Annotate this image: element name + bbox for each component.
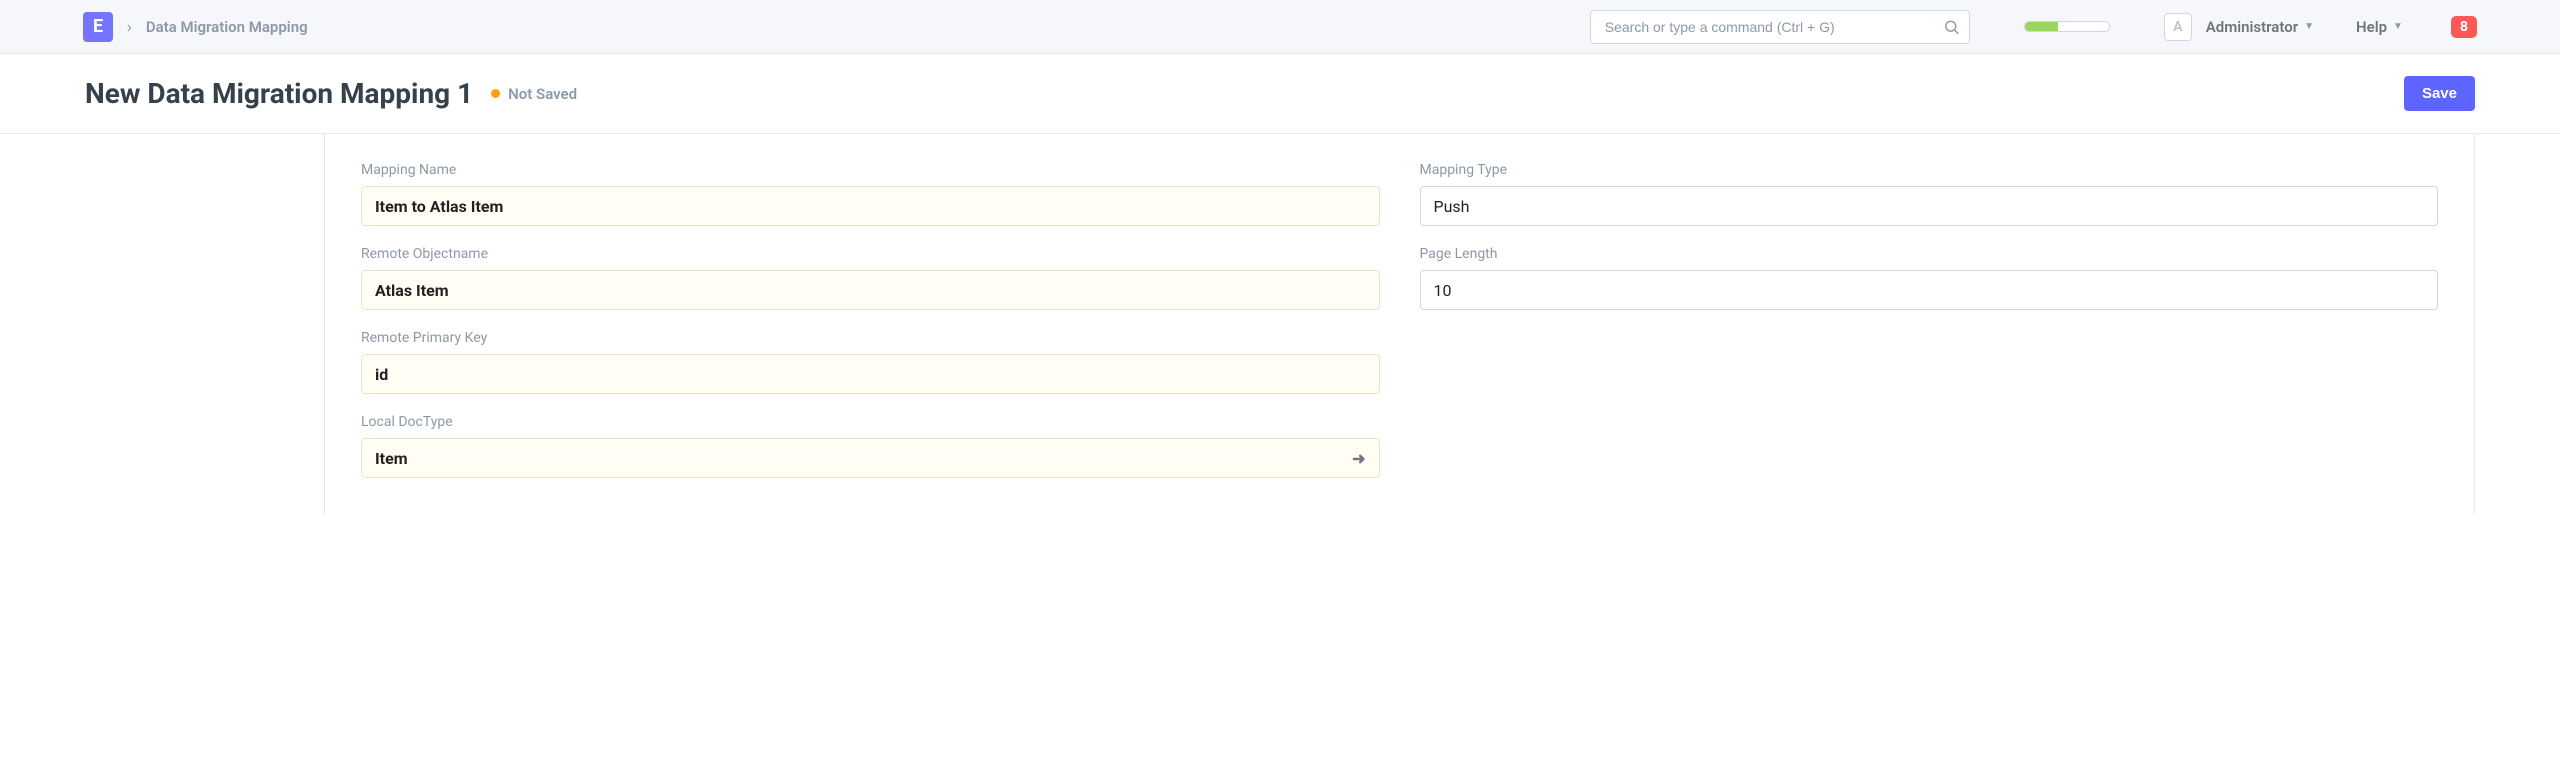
form-body: Mapping Name Mapping Type Push Remote Ob… bbox=[325, 134, 2475, 514]
input-mapping-name[interactable] bbox=[361, 186, 1380, 226]
select-mapping-type[interactable]: Push bbox=[1420, 186, 2439, 226]
search-icon bbox=[1943, 18, 1960, 35]
status-dot-icon bbox=[491, 89, 500, 98]
page-header: New Data Migration Mapping 1 Not Saved S… bbox=[0, 54, 2560, 134]
input-page-length[interactable] bbox=[1420, 270, 2439, 310]
input-remote-primary-key[interactable] bbox=[361, 354, 1380, 394]
form-sidebar bbox=[85, 134, 325, 514]
chevron-down-icon: ▼ bbox=[2304, 21, 2314, 32]
setup-progress-fill bbox=[2025, 22, 2059, 31]
help-menu[interactable]: Help ▼ bbox=[2356, 18, 2403, 36]
user-menu-label: Administrator bbox=[2206, 18, 2298, 36]
help-menu-label: Help bbox=[2356, 18, 2387, 36]
label-mapping-type: Mapping Type bbox=[1420, 162, 2439, 178]
field-page-length: Page Length bbox=[1420, 246, 2439, 310]
remote-objectname-input[interactable] bbox=[375, 281, 1366, 300]
label-local-doctype: Local DocType bbox=[361, 414, 1380, 430]
avatar[interactable]: A bbox=[2164, 13, 2192, 41]
field-remote-primary-key: Remote Primary Key bbox=[361, 330, 1380, 394]
setup-progress[interactable] bbox=[2024, 21, 2110, 32]
breadcrumb[interactable]: Data Migration Mapping bbox=[146, 18, 308, 36]
notification-badge[interactable]: 8 bbox=[2451, 16, 2477, 38]
global-search[interactable] bbox=[1590, 10, 1970, 44]
chevron-right-icon: › bbox=[127, 17, 132, 36]
label-remote-primary-key: Remote Primary Key bbox=[361, 330, 1380, 346]
top-navbar: E › Data Migration Mapping A Administrat… bbox=[0, 0, 2560, 54]
label-mapping-name: Mapping Name bbox=[361, 162, 1380, 178]
mapping-type-value: Push bbox=[1434, 197, 1470, 216]
status-text: Not Saved bbox=[508, 85, 577, 103]
mapping-name-input[interactable] bbox=[375, 197, 1366, 216]
label-page-length: Page Length bbox=[1420, 246, 2439, 262]
field-remote-objectname: Remote Objectname bbox=[361, 246, 1380, 310]
search-input[interactable] bbox=[1590, 10, 1970, 44]
user-menu[interactable]: Administrator ▼ bbox=[2206, 18, 2314, 36]
local-doctype-input[interactable] bbox=[375, 449, 1352, 468]
save-button[interactable]: Save bbox=[2404, 76, 2475, 111]
remote-primary-key-input[interactable] bbox=[375, 365, 1366, 384]
arrow-right-icon[interactable]: ➜ bbox=[1352, 449, 1365, 468]
chevron-down-icon: ▼ bbox=[2393, 21, 2403, 32]
input-remote-objectname[interactable] bbox=[361, 270, 1380, 310]
page-title: New Data Migration Mapping 1 bbox=[85, 77, 473, 110]
field-mapping-name: Mapping Name bbox=[361, 162, 1380, 226]
field-mapping-type: Mapping Type Push bbox=[1420, 162, 2439, 226]
link-local-doctype[interactable]: ➜ bbox=[361, 438, 1380, 478]
label-remote-objectname: Remote Objectname bbox=[361, 246, 1380, 262]
field-local-doctype: Local DocType ➜ bbox=[361, 414, 1380, 478]
brand-logo[interactable]: E bbox=[83, 12, 113, 42]
save-status: Not Saved bbox=[491, 85, 577, 103]
page-length-input[interactable] bbox=[1434, 281, 2425, 300]
